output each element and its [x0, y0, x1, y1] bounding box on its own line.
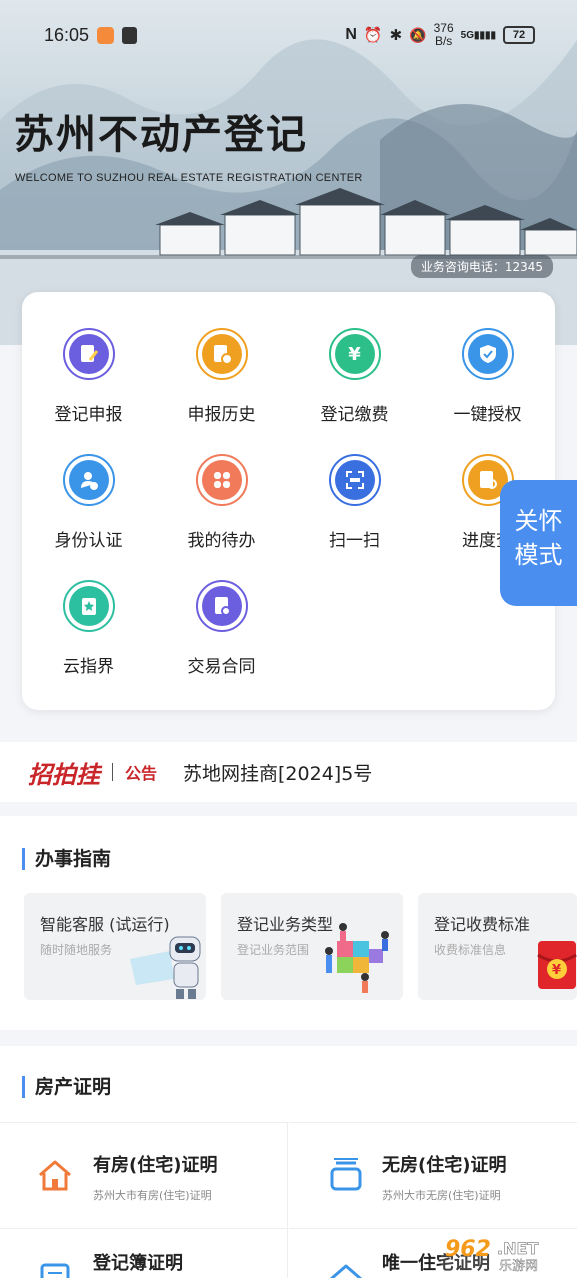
- cert-title: 登记簿证明: [93, 1253, 183, 1274]
- cert-register-book[interactable]: 登记簿证明: [0, 1228, 288, 1278]
- cloud-boundary-icon: [62, 580, 115, 632]
- guide-section: 办事指南 智能客服 (试运行) 随时随地服务 登记业务类型 登记业务范围 登记收…: [0, 816, 577, 1030]
- money-bag-icon: ¥: [328, 328, 381, 380]
- puzzle-people-illustration: [325, 923, 389, 993]
- network-speed: 376 B/s: [433, 21, 454, 48]
- service-label: 我的待办: [187, 531, 256, 551]
- service-label: 交易合同: [187, 657, 256, 677]
- service-register-payment[interactable]: ¥ 登记缴费: [288, 328, 421, 438]
- care-mode-line2: 模式: [514, 541, 563, 569]
- care-mode-line1: 关怀: [514, 507, 563, 535]
- battery-icon: 72: [503, 26, 535, 44]
- care-mode-button[interactable]: 关怀 模式: [500, 480, 577, 606]
- service-label: 一键授权: [453, 405, 522, 425]
- guide-card-subtitle: 随时随地服务: [40, 943, 113, 957]
- red-envelope-yuan-illustration: ¥: [537, 941, 577, 989]
- notice-bar[interactable]: 招拍挂 公告 苏地网挂商[2024]5号: [0, 742, 577, 802]
- guide-card-title: 登记业务类型: [237, 915, 334, 934]
- upload-icon: [122, 27, 137, 44]
- service-grid: 登记申报 申报历史 ¥ 登记缴费 一键授权 身份认证 我的待办 扫一扫 进度查 …: [22, 292, 555, 710]
- contract-icon: [195, 580, 248, 632]
- mute-icon: 🔕: [409, 26, 427, 43]
- shield-check-icon: [461, 328, 514, 380]
- status-time: 16:05: [44, 25, 90, 45]
- service-cloud-boundary[interactable]: 云指界: [22, 580, 155, 690]
- single-house-icon: [330, 1264, 362, 1278]
- service-my-todo[interactable]: 我的待办: [155, 454, 288, 564]
- alarm-icon: ⏰: [363, 27, 383, 44]
- empty-box-icon: [330, 1158, 362, 1191]
- nfc-icon: N: [345, 26, 357, 43]
- service-register-apply[interactable]: 登记申报: [22, 328, 155, 438]
- cert-subtitle: 苏州大市有房(住宅)证明: [93, 1189, 212, 1202]
- cert-no-house[interactable]: 无房(住宅)证明 苏州大市无房(住宅)证明: [289, 1122, 577, 1228]
- cert-title: 无房(住宅)证明: [382, 1155, 507, 1176]
- service-label: 登记申报: [54, 405, 123, 425]
- svg-text:¥: ¥: [552, 963, 561, 978]
- guide-card-fee-standard[interactable]: 登记收费标准 收费标准信息 ¥: [418, 893, 577, 1000]
- notice-brand: 招拍挂: [28, 760, 100, 789]
- section-title: 房产证明: [22, 1076, 111, 1098]
- hotline-badge[interactable]: 业务咨询电话：12345: [410, 255, 553, 278]
- status-indicators: N ⏰ ✱ 🔕 376 B/s 5G▮▮▮▮ 72: [345, 22, 535, 48]
- service-label: 云指界: [63, 657, 114, 677]
- edit-document-icon: [62, 328, 115, 380]
- service-label: 申报历史: [187, 405, 256, 425]
- register-book-icon: [40, 1263, 70, 1278]
- app-subtitle: WELCOME TO SUZHOU REAL ESTATE REGISTRATI…: [15, 172, 363, 184]
- status-bar: 16:05 N ⏰ ✱ 🔕 376 B/s 5G▮▮▮▮ 72: [0, 0, 577, 70]
- service-identity-verify[interactable]: 身份认证: [22, 454, 155, 564]
- section-title: 办事指南: [22, 848, 111, 870]
- guide-card-smart-service[interactable]: 智能客服 (试运行) 随时随地服务: [24, 893, 206, 1000]
- service-label: 扫一扫: [329, 531, 380, 551]
- notice-text[interactable]: 苏地网挂商[2024]5号: [183, 759, 372, 786]
- user-verify-icon: [62, 454, 115, 506]
- service-trade-contract[interactable]: 交易合同: [155, 580, 288, 690]
- service-one-click-auth[interactable]: 一键授权: [421, 328, 554, 438]
- watermark-962-icon: 962 .NET 乐游网: [441, 1234, 569, 1274]
- guide-card-subtitle: 收费标准信息: [434, 943, 507, 957]
- divider: [112, 763, 113, 781]
- service-label: 身份认证: [54, 531, 123, 551]
- notification-app-icon: [97, 27, 114, 44]
- svg-text:962: 962: [445, 1237, 491, 1262]
- cert-has-house[interactable]: 有房(住宅)证明 苏州大市有房(住宅)证明: [0, 1122, 288, 1228]
- watermark-logo: 962 .NET 乐游网: [441, 1232, 569, 1274]
- grid-apps-icon: [195, 454, 248, 506]
- service-scan[interactable]: 扫一扫: [288, 454, 421, 564]
- svg-text:.NET: .NET: [497, 1239, 538, 1258]
- scan-icon: [328, 454, 381, 506]
- cert-title: 有房(住宅)证明: [93, 1155, 218, 1176]
- robot-illustration: [130, 936, 201, 999]
- cert-subtitle: 苏州大市无房(住宅)证明: [382, 1189, 501, 1202]
- notice-tag: 公告: [125, 764, 158, 783]
- guide-card-business-types[interactable]: 登记业务类型 登记业务范围: [221, 893, 403, 1000]
- guide-card-title: 登记收费标准: [434, 915, 531, 934]
- svg-text:乐游网: 乐游网: [499, 1259, 538, 1274]
- house-icon: [39, 1160, 71, 1191]
- bluetooth-icon: ✱: [389, 27, 403, 44]
- service-apply-history[interactable]: 申报历史: [155, 328, 288, 438]
- signal-icon: 5G▮▮▮▮: [460, 29, 496, 41]
- service-label: 登记缴费: [320, 405, 389, 425]
- guide-card-subtitle: 登记业务范围: [237, 943, 310, 957]
- app-title: 苏州不动产登记: [14, 112, 308, 158]
- history-document-icon: [195, 328, 248, 380]
